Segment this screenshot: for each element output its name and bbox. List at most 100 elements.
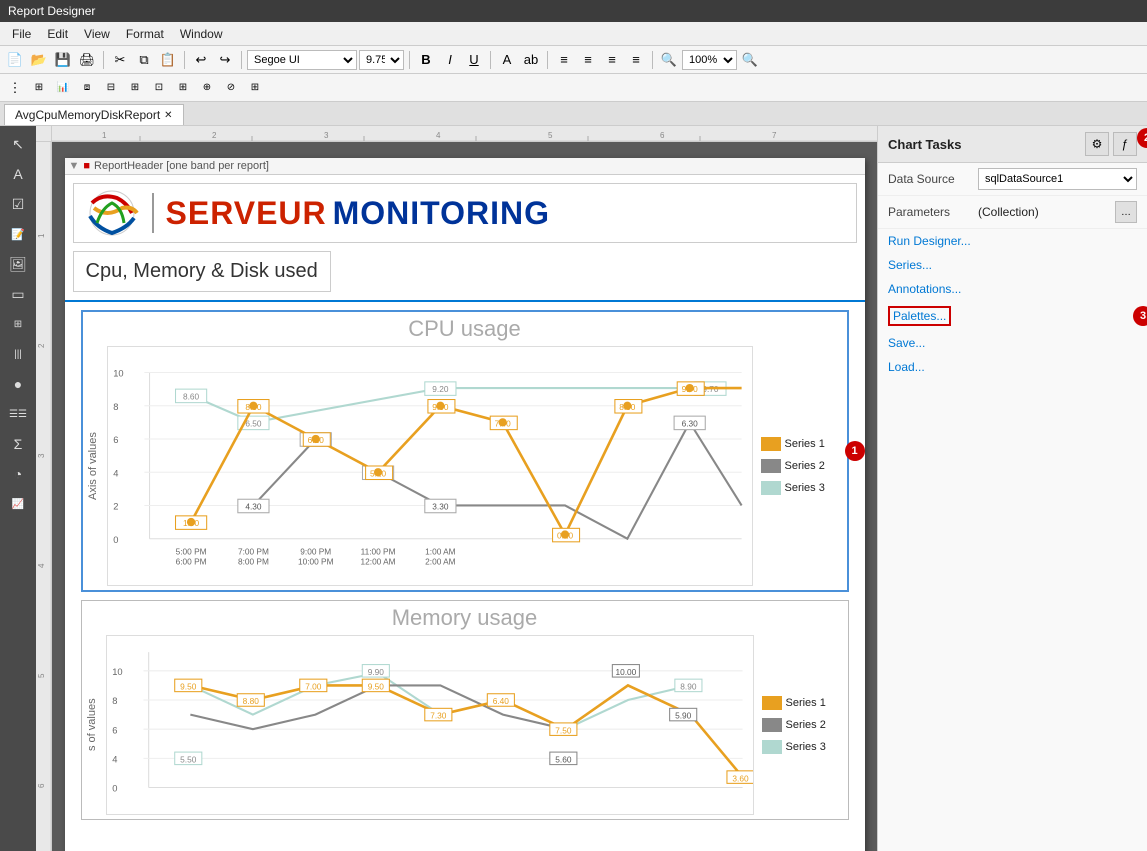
memory-chart-container: s of values 0 4 6 [86,635,844,815]
panel-gear-button[interactable]: ⚙ [1085,132,1109,156]
series-link[interactable]: Series... [878,253,1147,277]
paste-button[interactable]: 📋 [157,49,179,71]
sep7 [652,51,653,69]
menu-window[interactable]: Window [172,25,231,43]
save-link[interactable]: Save... [878,331,1147,355]
t2-btn9[interactable]: ⊕ [196,77,218,99]
font-name-select[interactable]: Segoe UI [247,50,357,70]
legend-color-s1 [761,437,781,451]
data-source-label: Data Source [888,172,978,186]
redo-button[interactable]: ↪ [214,49,236,71]
cpu-y-axis-label: Axis of values [87,346,107,586]
menu-format[interactable]: Format [118,25,172,43]
bold-button[interactable]: B [415,49,437,71]
ruler-corner [36,126,52,142]
t2-btn8[interactable]: ⊞ [172,77,194,99]
open-button[interactable]: 📂 [28,49,50,71]
annotations-link[interactable]: Annotations... [878,277,1147,301]
chart-tasks-panel: 2 Chart Tasks ⚙ ƒ Data Source sqlDataSou… [877,126,1147,851]
tab-close-button[interactable]: ✕ [164,110,172,121]
parameters-row: Parameters (Collection) … [878,196,1147,229]
t2-btn11[interactable]: ⊞ [244,77,266,99]
load-link[interactable]: Load... [878,355,1147,379]
logo-monitoring-text: MONITORING [333,195,550,232]
align-right-button[interactable]: ≡ [601,49,623,71]
menu-bar: File Edit View Format Window [0,22,1147,46]
cpu-chart-area: 0 2 4 6 8 10 [107,346,753,586]
svg-text:5.90: 5.90 [675,711,692,721]
undo-button[interactable]: ↩ [190,49,212,71]
tool-form[interactable]: 📝 [4,220,32,248]
t2-btn5[interactable]: ⊟ [100,77,122,99]
font-color-button[interactable]: A [496,49,518,71]
copy-button[interactable]: ⧉ [133,49,155,71]
band-icon-red: ■ [83,160,90,172]
t2-btn4[interactable]: ⧈ [76,77,98,99]
tab-report[interactable]: AvgCpuMemoryDiskReport ✕ [4,104,184,125]
canvas-row: 1 2 3 4 5 6 ▼ ■ ReportHeader [one band p… [36,142,877,851]
number-circle-1: 1 [845,441,865,461]
highlight-button[interactable]: ab [520,49,542,71]
chart-tasks-title: Chart Tasks [888,137,961,152]
underline-button[interactable]: U [463,49,485,71]
data-source-select[interactable]: sqlDataSource1 [978,168,1137,190]
run-designer-link[interactable]: Run Designer... [878,229,1147,253]
legend-series2: Series 2 [761,459,843,473]
cpu-chart-title: CPU usage [87,316,843,342]
palettes-link[interactable]: Palettes... [888,306,951,326]
tool-checkbox[interactable]: ☑ [4,190,32,218]
tool-circle[interactable]: ● [4,370,32,398]
italic-button[interactable]: I [439,49,461,71]
menu-edit[interactable]: Edit [39,25,76,43]
cut-button[interactable]: ✂ [109,49,131,71]
svg-text:12:00 AM: 12:00 AM [360,557,395,567]
mem-legend-series2: Series 2 [762,718,844,732]
cpu-chart-section[interactable]: CPU usage Axis of values 0 [81,310,849,592]
t2-btn7[interactable]: ⊡ [148,77,170,99]
font-size-select[interactable]: 9.75 [359,50,404,70]
align-center-button[interactable]: ≡ [577,49,599,71]
new-button[interactable]: 📄 [4,49,26,71]
menu-view[interactable]: View [76,25,118,43]
memory-chart-section[interactable]: Memory usage s of values 0 4 [81,600,849,820]
tool-sigma[interactable]: Σ [4,430,32,458]
tool-gauge[interactable]: ◔ [4,460,32,488]
print-button[interactable]: 🖨 [76,49,98,71]
parameters-value: (Collection) [978,205,1115,219]
t2-btn6[interactable]: ⊞ [124,77,146,99]
tool-cursor[interactable]: ↖ [4,130,32,158]
mem-legend-series3: Series 3 [762,740,844,754]
circle3-wrap: 3 [1133,306,1147,326]
zoom-out-button[interactable]: 🔍 [658,49,680,71]
sep2 [184,51,185,69]
save-button[interactable]: 💾 [52,49,74,71]
tool-text[interactable]: A [4,160,32,188]
memory-chart-svg: 0 4 6 8 10 [107,636,753,814]
tool-chart[interactable]: 📈 [4,490,32,518]
zoom-select[interactable]: 100% [682,50,737,70]
align-justify-button[interactable]: ≡ [625,49,647,71]
toolbar-secondary: ⋮ ⊞ 📊 ⧈ ⊟ ⊞ ⊡ ⊞ ⊕ ⊘ ⊞ [0,74,1147,102]
t2-btn10[interactable]: ⊘ [220,77,242,99]
zoom-in-button[interactable]: 🔍 [739,49,761,71]
svg-text:8: 8 [112,696,117,706]
tool-image[interactable]: 🖼 [4,250,32,278]
svg-text:8.80: 8.80 [242,696,259,706]
title-bar: Report Designer [0,0,1147,22]
tool-list[interactable]: ☰☰ [4,400,32,428]
svg-text:3.60: 3.60 [732,773,749,783]
tool-rectangle[interactable]: ▭ [4,280,32,308]
t2-btn1[interactable]: ⋮ [4,77,26,99]
t2-btn2[interactable]: ⊞ [28,77,50,99]
svg-text:6: 6 [113,435,118,445]
logo-divider [152,193,154,233]
svg-text:8.60: 8.60 [183,392,200,402]
align-left-button[interactable]: ≡ [553,49,575,71]
memory-y-axis-label: s of values [86,635,106,815]
tool-table[interactable]: ⊞ [4,310,32,338]
t2-btn3[interactable]: 📊 [52,77,74,99]
tool-barcode[interactable]: ||| [4,340,32,368]
parameters-dots-button[interactable]: … [1115,201,1137,223]
menu-file[interactable]: File [4,25,39,43]
panel-function-button[interactable]: ƒ [1113,132,1137,156]
